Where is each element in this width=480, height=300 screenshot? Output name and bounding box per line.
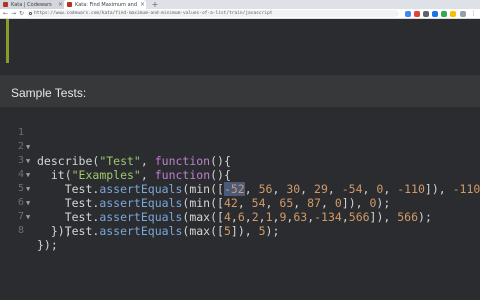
code-text: }); — [37, 238, 58, 252]
url-text: https://www.codewars.com/kata/find-maxim… — [34, 11, 273, 16]
code-text: }); — [37, 224, 72, 238]
browser-tab[interactable]: Kata | Codewars × — [0, 0, 64, 9]
code-line: 3 ▼ Test.assertEquals(min([-52, 56, 30, … — [0, 140, 480, 196]
menu-icon[interactable]: ⋮ — [470, 10, 477, 17]
code-line: 5 ▼ Test.assertEquals(max([4,6,2,1,9,63,… — [0, 168, 480, 224]
browser-tab-active[interactable]: Kata: Find Maximum and Mini × — [64, 0, 146, 9]
lock-icon — [29, 12, 32, 15]
forward-icon[interactable]: → — [10, 10, 17, 17]
browser-toolbar: ← → ↻ https://www.codewars.com/kata/find… — [0, 9, 480, 19]
extension-icon[interactable] — [441, 11, 447, 17]
extension-icon[interactable] — [460, 11, 466, 17]
code-text: Test.assertEquals(max([5]), 5); — [37, 224, 280, 238]
code-line: 6 ▼ Test.assertEquals(max([5]), 5); — [0, 182, 480, 238]
tab-label: Kata | Codewars — [11, 1, 52, 8]
address-bar[interactable]: https://www.codewars.com/kata/find-maxim… — [27, 10, 399, 17]
close-tab-icon[interactable]: × — [57, 1, 64, 8]
code-line: 1 ▼ describe("Test", function(){ — [0, 112, 480, 168]
editor-gutter-marker — [6, 19, 9, 63]
line-number: 8 — [17, 225, 24, 236]
codewars-favicon-icon — [3, 2, 8, 7]
browser-tab-strip: Kata | Codewars × Kata: Find Maximum and… — [0, 0, 480, 9]
sample-tests-editor[interactable]: 1 ▼ describe("Test", function(){ 2 ▼ it(… — [0, 107, 480, 300]
tab-label: Kata: Find Maximum and Mini — [75, 1, 139, 8]
close-tab-icon[interactable]: × — [139, 1, 146, 8]
code-line: 2 ▼ it("Examples", function(){ — [0, 126, 480, 182]
code-line: 7 }); — [0, 196, 480, 238]
codewars-favicon-icon — [67, 2, 72, 7]
solution-editor[interactable] — [0, 19, 480, 66]
extension-icon[interactable] — [405, 11, 411, 17]
extension-icon[interactable] — [432, 11, 438, 17]
sample-tests-title: Sample Tests: — [11, 86, 87, 100]
code-line: 4 ▼ Test.assertEquals(min([42, 54, 65, 8… — [0, 154, 480, 210]
new-tab-button[interactable]: + — [151, 0, 159, 9]
extension-icon[interactable] — [414, 11, 420, 17]
extension-icon[interactable] — [450, 11, 456, 17]
extension-icon[interactable] — [423, 11, 429, 17]
reload-icon[interactable]: ↻ — [18, 10, 25, 17]
back-icon[interactable]: ← — [2, 10, 9, 17]
code-line: 8 }); — [0, 210, 480, 252]
